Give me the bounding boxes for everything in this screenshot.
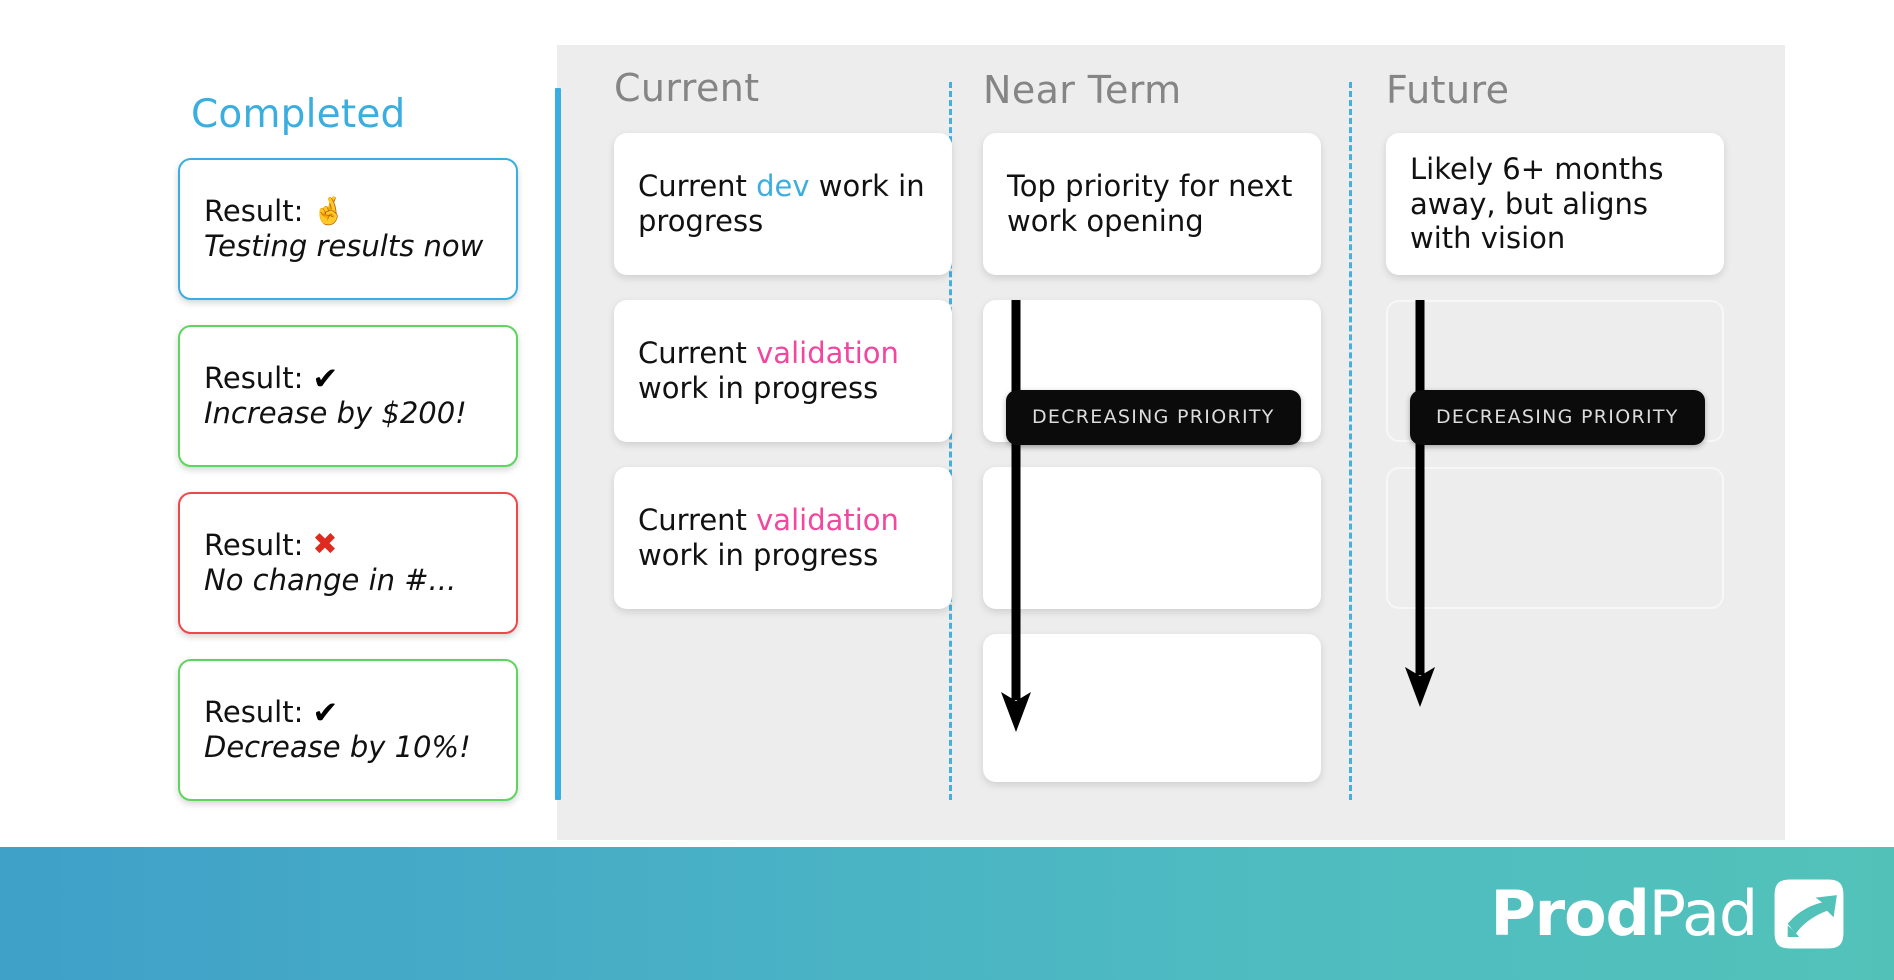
slide-stage: Completed Result: 🤞 Testing results now … [0, 0, 1894, 980]
roadmap-card[interactable]: Likely 6+ months away, but aligns with v… [1386, 133, 1724, 275]
result-detail: Decrease by 10%! [204, 729, 471, 764]
result-label: Result: [204, 360, 304, 395]
prodpad-arrow-mark-icon [1774, 879, 1844, 949]
roadmap-card[interactable]: Top priority for next work opening [983, 133, 1321, 275]
completed-column: Completed Result: 🤞 Testing results now … [178, 92, 523, 826]
roadmap-card[interactable]: Current dev work in progress [614, 133, 952, 275]
result-detail: Testing results now [204, 228, 484, 263]
column-title-near-term: Near Term [983, 68, 1182, 112]
roadmap-card[interactable]: Current validation work in progress [614, 300, 952, 442]
completed-result-card[interactable]: Result: ✔ Increase by $200! [178, 324, 518, 467]
result-label: Result: [204, 193, 304, 228]
decreasing-priority-badge-near-term: DECREASING PRIORITY [1006, 390, 1301, 445]
completed-column-title: Completed [191, 92, 406, 137]
result-status-line: Result: ✔ [204, 361, 494, 396]
roadmap-card-text: Current validation work in progress [638, 503, 928, 573]
column-title-future: Future [1386, 68, 1510, 112]
card-text-post: work in progress [638, 538, 879, 572]
board-left-accent-bar [555, 88, 561, 800]
result-label: Result: [204, 694, 304, 729]
card-text-pre: Current [638, 169, 757, 204]
roadmap-card-text: Top priority for next work opening [1007, 169, 1293, 238]
completed-result-card[interactable]: Result: 🤞 Testing results now [178, 157, 518, 300]
board-column-current: Current Current dev work in progress Cur… [614, 45, 954, 634]
result-status-line: Result: 🤞 [204, 194, 494, 229]
roadmap-card-text: Current dev work in progress [638, 169, 928, 239]
card-text-pre: Current [638, 336, 757, 371]
prodpad-logo: Prod Pad [1490, 872, 1850, 956]
check-mark-icon: ✔ [312, 694, 339, 731]
decreasing-priority-arrow-near-term [1001, 300, 1031, 732]
result-detail: Increase by $200! [204, 395, 467, 430]
column-title-current: Current [614, 66, 760, 110]
decreasing-priority-badge-future: DECREASING PRIORITY [1410, 390, 1705, 445]
decreasing-priority-arrow-future [1405, 300, 1435, 707]
card-text-token-validation: validation [756, 503, 899, 538]
completed-result-card[interactable]: Result: ✖ No change in #... [178, 491, 518, 634]
crossed-fingers-icon: 🤞 [312, 195, 347, 227]
result-detail: No change in #... [204, 562, 457, 597]
card-text-token-dev: dev [756, 169, 810, 204]
check-mark-icon: ✔ [312, 360, 339, 397]
card-text-post: work in progress [638, 371, 879, 405]
card-text-token-validation: validation [756, 336, 899, 371]
cross-mark-icon: ✖ [312, 527, 338, 563]
roadmap-card[interactable]: Current validation work in progress [614, 467, 952, 609]
column-divider-near-future [1349, 82, 1352, 800]
prodpad-wordmark: Prod Pad [1490, 877, 1759, 950]
card-text-pre: Current [638, 503, 757, 538]
result-status-line: Result: ✖ [204, 528, 494, 563]
logo-text-pad: Pad [1648, 877, 1759, 950]
logo-text-prod: Prod [1490, 877, 1649, 950]
result-status-line: Result: ✔ [204, 695, 494, 730]
completed-result-card[interactable]: Result: ✔ Decrease by 10%! [178, 658, 518, 801]
roadmap-card-text: Likely 6+ months away, but aligns with v… [1410, 151, 1664, 256]
result-label: Result: [204, 527, 304, 562]
column-cards-current: Current dev work in progress Current val… [614, 133, 954, 609]
roadmap-card-text: Current validation work in progress [638, 336, 928, 406]
